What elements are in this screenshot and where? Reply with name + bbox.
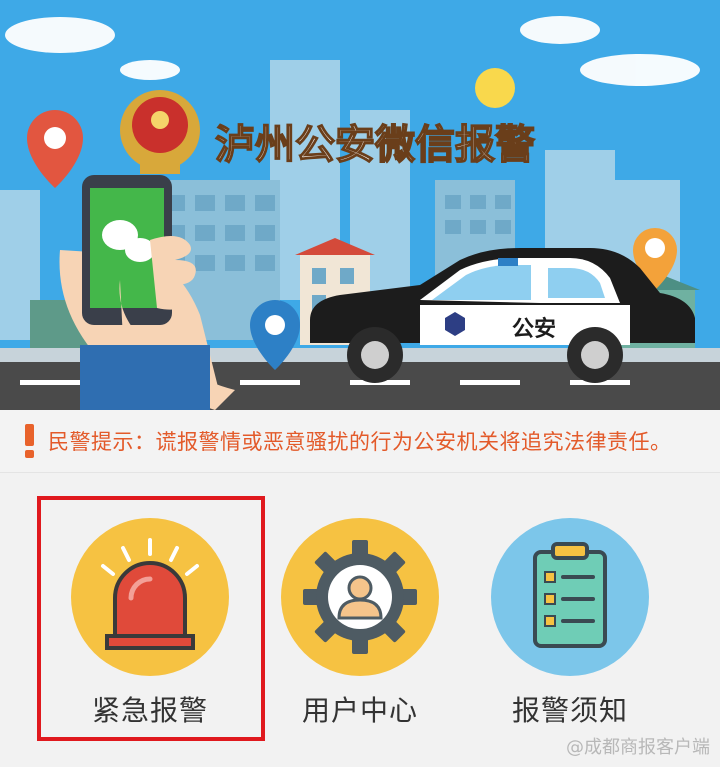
gear-user-icon [281, 518, 439, 676]
exclamation-icon [24, 424, 34, 458]
header-banner: 泸州公安微信报警 公安 [0, 0, 720, 410]
siren-icon [71, 518, 229, 676]
report-guide-button[interactable]: 报警须知 [465, 473, 675, 733]
warning-notice: 民警提示：谎报警情或恶意骚扰的行为公安机关将追究法律责任。 [0, 410, 720, 473]
emergency-report-button[interactable]: 紧急报警 [45, 473, 255, 733]
user-center-label: 用户中心 [301, 694, 418, 727]
notice-text: 民警提示：谎报警情或恶意骚扰的行为公安机关将追究法律责任。 [48, 430, 672, 454]
user-center-button[interactable]: 用户中心 [255, 473, 465, 733]
banner-title: 泸州公安微信报警 [215, 122, 535, 168]
emergency-report-label: 紧急报警 [91, 694, 208, 727]
car-label: 公安 [512, 316, 556, 342]
menu-grid: 紧急报警 用户中心 报警须知 [0, 473, 720, 767]
report-guide-label: 报警须知 [511, 694, 628, 727]
clipboard-icon [491, 518, 649, 676]
watermark: @成都商报客户端 [566, 737, 710, 758]
